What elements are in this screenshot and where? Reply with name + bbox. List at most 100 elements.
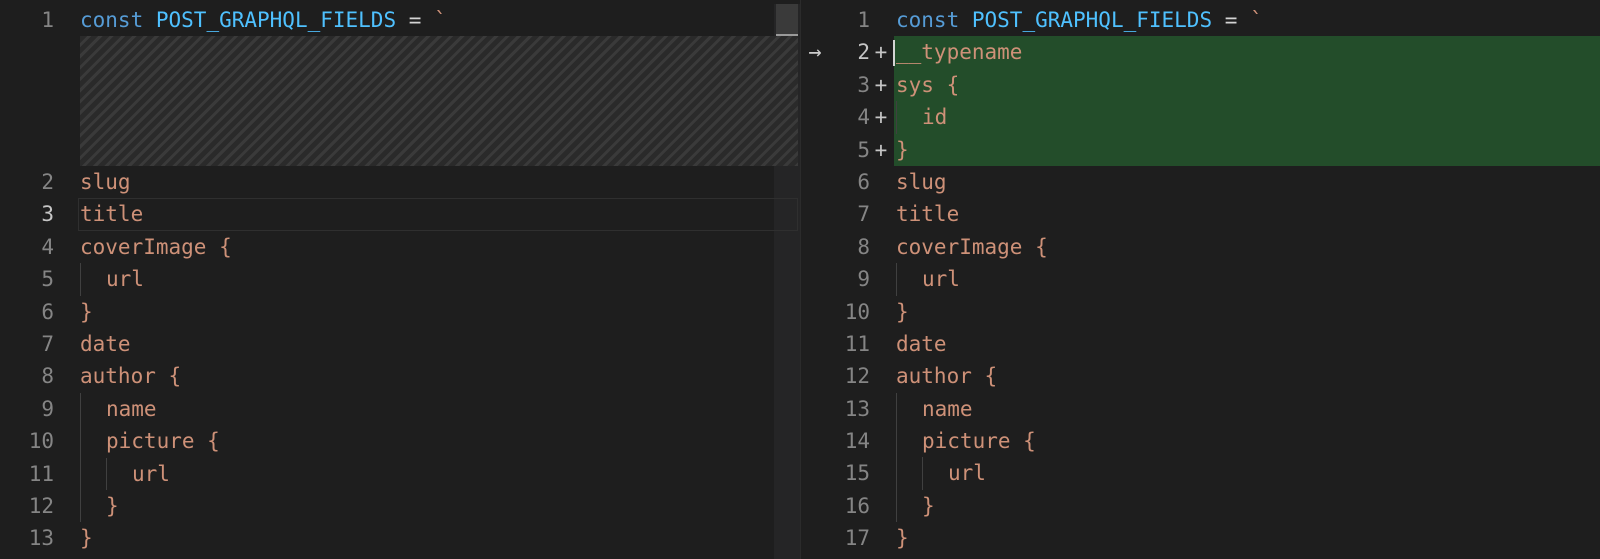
- line-number: 13: [844, 396, 870, 421]
- code-line[interactable]: 9 name: [0, 392, 814, 426]
- code-text: url: [922, 267, 960, 292]
- code-line[interactable]: 12}: [0, 489, 814, 523]
- code-text: name: [106, 396, 157, 421]
- line-number: 4: [857, 105, 870, 130]
- code-text: slug: [896, 169, 947, 194]
- code-text: }: [106, 493, 119, 518]
- line-number: 6: [857, 169, 870, 194]
- code-text: }: [896, 137, 909, 162]
- code-text: sys {: [896, 72, 960, 97]
- assign-operator: =: [1224, 8, 1238, 32]
- diff-spacer: [0, 36, 814, 166]
- code-line[interactable]: 10 picture {: [0, 425, 814, 458]
- line-number: 16: [844, 493, 870, 518]
- code-text: author {: [896, 364, 998, 389]
- code-text: slug: [80, 169, 131, 194]
- code-line[interactable]: 17}: [814, 522, 1600, 554]
- code-text: picture {: [106, 429, 220, 454]
- code-text: }: [896, 526, 909, 551]
- code-line[interactable]: 8 author {: [0, 360, 814, 392]
- code-line-current[interactable]: 3 title: [0, 198, 814, 230]
- line-number: 12: [28, 493, 54, 518]
- code-line[interactable]: 10}: [814, 296, 1600, 328]
- code-line-added[interactable]: 2 + __typename: [814, 36, 1600, 68]
- code-line[interactable]: 11 url: [0, 457, 814, 490]
- code-line[interactable]: 11 date: [814, 328, 1600, 360]
- code-line[interactable]: 1 const POST_GRAPHQL_FIELDS = `: [814, 4, 1600, 36]
- assign-operator: =: [408, 8, 422, 32]
- code-line[interactable]: 4 coverImage {: [0, 231, 814, 263]
- line-number: 13: [28, 526, 54, 551]
- line-number: 5: [857, 137, 870, 162]
- code-text: }: [896, 299, 909, 324]
- plus-icon: +: [874, 137, 888, 162]
- code-text: coverImage {: [896, 234, 1048, 259]
- constant-name: POST_GRAPHQL_FIELDS: [971, 8, 1213, 32]
- code-line[interactable]: 6}: [0, 296, 814, 328]
- code-line-added[interactable]: 5 +}: [814, 134, 1600, 166]
- code-text: __typename: [896, 40, 1023, 65]
- line-number: 10: [844, 299, 870, 324]
- line-number: 9: [41, 396, 54, 421]
- line-number: 5: [41, 267, 54, 292]
- line-number: 8: [41, 364, 54, 389]
- line-number: 3: [857, 72, 870, 97]
- line-number: 14: [844, 429, 870, 454]
- plus-icon: +: [874, 40, 888, 65]
- code-line[interactable]: 6 slug: [814, 166, 1600, 198]
- code-text: name: [922, 396, 973, 421]
- line-number: 11: [28, 461, 54, 486]
- code-text: date: [80, 331, 131, 356]
- keyword-const: const: [80, 8, 144, 32]
- line-number: 12: [844, 364, 870, 389]
- code-line-added[interactable]: 3 + sys {: [814, 69, 1600, 101]
- code-text: title: [80, 202, 144, 227]
- line-number: 17: [844, 526, 870, 551]
- code-line[interactable]: 9 url: [814, 263, 1600, 296]
- keyword-const: const: [896, 8, 960, 32]
- line-number: 15: [844, 461, 870, 486]
- constant-name: POST_GRAPHQL_FIELDS: [155, 8, 397, 32]
- code-text: coverImage {: [80, 234, 232, 259]
- code-line[interactable]: 13 name: [814, 392, 1600, 426]
- code-line[interactable]: 2 slug: [0, 166, 814, 198]
- line-number: 11: [844, 331, 870, 356]
- code-line[interactable]: 14 picture {: [814, 425, 1600, 458]
- line-number: 2: [41, 169, 54, 194]
- line-number: 1: [41, 8, 54, 32]
- template-tick: `: [434, 8, 447, 32]
- code-text: url: [132, 461, 170, 486]
- line-number: 10: [28, 429, 54, 454]
- line-number: 9: [857, 267, 870, 292]
- code-line[interactable]: 1 const POST_GRAPHQL_FIELDS = `: [0, 4, 814, 36]
- code-text: picture {: [922, 429, 1036, 454]
- code-text: }: [80, 526, 93, 551]
- code-line[interactable]: 13}: [0, 522, 814, 554]
- code-text: date: [896, 331, 947, 356]
- code-line[interactable]: 15 url: [814, 457, 1600, 490]
- plus-icon: +: [874, 72, 888, 97]
- line-number: 6: [41, 299, 54, 324]
- text-cursor: [893, 40, 895, 66]
- code-line[interactable]: 7 title: [814, 198, 1600, 230]
- plus-icon: +: [874, 105, 888, 130]
- code-text: id: [922, 105, 948, 130]
- line-number: 8: [857, 234, 870, 259]
- code-text: url: [948, 461, 986, 486]
- code-text: url: [106, 267, 144, 292]
- code-line[interactable]: 8 coverImage {: [814, 231, 1600, 263]
- code-line[interactable]: 16}: [814, 489, 1600, 523]
- original-editor-pane[interactable]: 1 const POST_GRAPHQL_FIELDS = ` 2 slug 3 t…: [0, 4, 814, 559]
- template-tick: `: [1250, 8, 1263, 32]
- line-number: 7: [857, 202, 870, 227]
- modified-editor-pane[interactable]: 1 const POST_GRAPHQL_FIELDS = ` 2 + __type…: [814, 4, 1600, 559]
- line-number: 2: [857, 40, 870, 65]
- code-line[interactable]: 7 date: [0, 328, 814, 360]
- code-line-added[interactable]: 4 + id: [814, 101, 1600, 134]
- line-number: 3: [41, 202, 54, 227]
- code-line[interactable]: 12 author {: [814, 360, 1600, 392]
- code-line[interactable]: 5 url: [0, 263, 814, 296]
- code-text: }: [80, 299, 93, 324]
- code-text: }: [922, 493, 935, 518]
- line-number: 1: [857, 8, 870, 32]
